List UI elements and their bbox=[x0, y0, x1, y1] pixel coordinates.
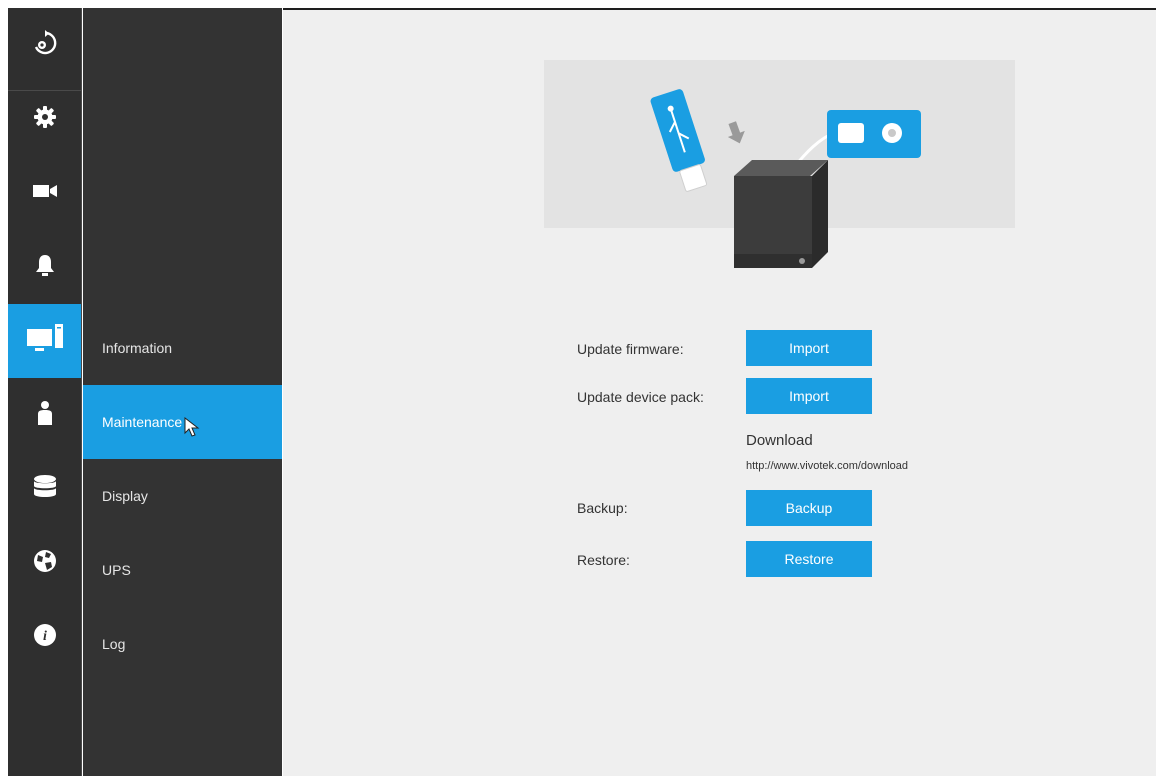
system-icon bbox=[26, 323, 64, 359]
info-icon: i bbox=[33, 623, 57, 652]
subnav-item-ups[interactable]: UPS bbox=[83, 533, 282, 607]
usb-stick-icon bbox=[650, 89, 708, 192]
update-firmware-label: Update firmware: bbox=[577, 341, 684, 357]
update-device-pack-label: Update device pack: bbox=[577, 389, 704, 405]
rail-item-storage[interactable] bbox=[8, 452, 81, 526]
subnav-panel: Information Maintenance Display UPS Log bbox=[83, 8, 282, 776]
backup-button[interactable]: Backup bbox=[746, 490, 872, 526]
rail-item-user[interactable] bbox=[8, 378, 81, 452]
import-firmware-button[interactable]: Import bbox=[746, 330, 872, 366]
storage-icon bbox=[33, 474, 57, 505]
subnav-item-label: Display bbox=[102, 488, 148, 504]
user-icon bbox=[36, 400, 54, 431]
bell-icon bbox=[34, 253, 56, 282]
playback-icon bbox=[32, 29, 58, 61]
subnav-item-label: UPS bbox=[102, 562, 131, 578]
main-panel: Update firmware: Import Update device pa… bbox=[283, 8, 1156, 776]
rail-item-system[interactable] bbox=[8, 304, 81, 378]
download-link[interactable]: http://www.vivotek.com/download bbox=[746, 460, 908, 472]
restore-button[interactable]: Restore bbox=[746, 541, 872, 577]
rail-item-network[interactable] bbox=[8, 526, 81, 600]
subnav-item-log[interactable]: Log bbox=[83, 607, 282, 681]
subnav-item-label: Log bbox=[102, 636, 126, 652]
app-window: i Information Maintenance Display UPS Lo… bbox=[0, 0, 1156, 776]
subnav-item-maintenance[interactable]: Maintenance bbox=[83, 385, 282, 459]
svg-text:i: i bbox=[43, 629, 47, 644]
network-icon bbox=[33, 549, 57, 578]
usb-port-icon bbox=[827, 110, 921, 158]
subnav-item-information[interactable]: Information bbox=[83, 311, 282, 385]
subnav-item-label: Information bbox=[102, 340, 173, 356]
backup-label: Backup: bbox=[577, 500, 628, 516]
gear-icon bbox=[33, 105, 57, 134]
arrow-down-icon bbox=[727, 121, 745, 144]
mouse-cursor-icon bbox=[184, 417, 200, 437]
restore-label: Restore: bbox=[577, 552, 630, 568]
rail-item-settings[interactable] bbox=[8, 82, 81, 156]
camera-icon bbox=[32, 183, 57, 204]
nvr-device-icon bbox=[734, 160, 828, 268]
firmware-illustration bbox=[544, 60, 1015, 268]
import-device-pack-button[interactable]: Import bbox=[746, 378, 872, 414]
rail-item-info[interactable]: i bbox=[8, 600, 81, 674]
rail-item-playback[interactable] bbox=[8, 8, 81, 82]
icon-rail: i bbox=[8, 8, 82, 776]
top-border bbox=[283, 8, 1156, 10]
rail-item-camera[interactable] bbox=[8, 156, 81, 230]
rail-item-event[interactable] bbox=[8, 230, 81, 304]
subnav-item-display[interactable]: Display bbox=[83, 459, 282, 533]
download-title: Download bbox=[746, 432, 813, 449]
subnav-item-label: Maintenance bbox=[102, 414, 183, 430]
